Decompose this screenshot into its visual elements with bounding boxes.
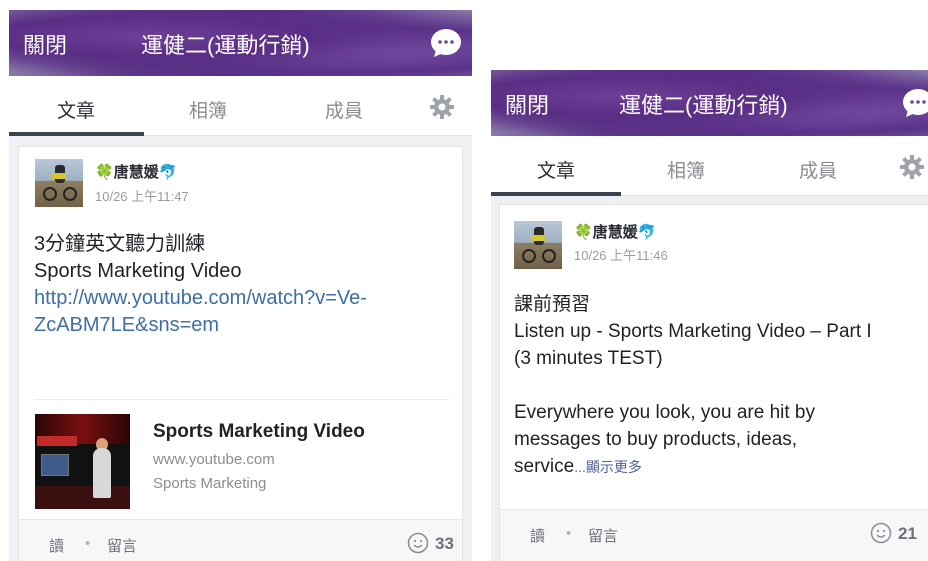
tab-albums[interactable]: 相簿 [667, 156, 705, 183]
gear-icon[interactable] [899, 154, 925, 180]
clover-icon: 🍀 [95, 164, 114, 181]
reaction-count: 21 [898, 524, 917, 543]
reaction-count: 33 [435, 534, 454, 553]
close-button[interactable]: 關閉 [23, 28, 67, 60]
comment-button[interactable]: 留言 [107, 535, 137, 556]
post-timestamp: 10/26 上午11:47 [95, 189, 189, 204]
smiley-icon[interactable] [870, 522, 892, 544]
ellipsis: ... [574, 459, 586, 475]
author-name[interactable]: 🍀唐慧媛🐬 [574, 221, 656, 242]
post-link[interactable]: http://www.youtube.com/watch?v=Ve- [34, 285, 454, 312]
post-body: 課前預習 Listen up - Sports Marketing Video … [514, 291, 928, 481]
post-footer: 讀 • 留言 21 [500, 509, 928, 561]
chat-bubble-icon[interactable] [902, 88, 928, 118]
link-preview-domain: www.youtube.com [153, 451, 275, 468]
dolphin-icon: 🐬 [158, 164, 178, 181]
post-text-line: 課前預習 [514, 294, 591, 315]
tab-bar: 文章 相簿 成員 [491, 136, 928, 196]
tab-bar: 文章 相簿 成員 [9, 76, 472, 136]
left-screenshot: 關閉 運健二(運動行銷) 文章 相簿 成員 🍀唐慧媛🐬 10/26 上午11:4… [9, 10, 472, 561]
separator: • [85, 535, 91, 552]
chat-bubble-icon[interactable] [430, 28, 462, 58]
video-thumbnail[interactable] [35, 414, 130, 509]
close-button[interactable]: 關閉 [505, 88, 549, 120]
read-button[interactable]: 讀 [530, 525, 545, 546]
separator: • [566, 525, 572, 542]
tab-albums[interactable]: 相簿 [189, 96, 227, 123]
header-bar: 關閉 運健二(運動行銷) [9, 10, 472, 76]
dolphin-icon: 🐬 [637, 224, 657, 241]
link-preview-title[interactable]: Sports Marketing Video [153, 421, 365, 443]
tab-posts[interactable]: 文章 [537, 156, 575, 183]
tab-posts[interactable]: 文章 [57, 96, 95, 123]
post-card[interactable]: 🍀唐慧媛🐬 10/26 上午11:47 3分鐘英文聽力訓練 Sports Mar… [18, 146, 463, 561]
post-card[interactable]: 🍀唐慧媛🐬 10/26 上午11:46 課前預習 Listen up - Spo… [499, 204, 928, 561]
author-name[interactable]: 🍀唐慧媛🐬 [95, 161, 177, 182]
read-button[interactable]: 讀 [49, 535, 64, 556]
active-tab-indicator [491, 192, 621, 196]
post-footer: 讀 • 留言 33 [19, 519, 462, 561]
tab-members[interactable]: 成員 [799, 156, 837, 183]
post-timestamp: 10/26 上午11:46 [574, 248, 668, 263]
show-more-link[interactable]: 顯示更多 [586, 459, 642, 475]
post-text-line: (3 minutes TEST) [514, 348, 663, 369]
gear-icon[interactable] [429, 94, 455, 120]
comment-button[interactable]: 留言 [588, 525, 618, 546]
post-text-line: 3分鐘英文聽力訓練 [34, 233, 206, 255]
header-bar: 關閉 運健二(運動行銷) [491, 70, 928, 136]
post-text-line: Listen up - Sports Marketing Video – Par… [514, 321, 872, 342]
divider [34, 399, 449, 400]
post-link[interactable]: ZcABM7LE&sns=em [34, 312, 454, 339]
group-title: 運健二(運動行銷) [619, 93, 788, 118]
post-text-line: Sports Marketing Video [34, 260, 242, 282]
smiley-icon[interactable] [407, 532, 429, 554]
post-body: 3分鐘英文聽力訓練 Sports Marketing Video http://… [34, 231, 454, 339]
right-screenshot: 關閉 運健二(運動行銷) 文章 相簿 成員 🍀唐慧媛🐬 10/26 上午11:4… [491, 70, 928, 561]
group-title: 運健二(運動行銷) [141, 33, 310, 58]
clover-icon: 🍀 [574, 224, 593, 241]
avatar[interactable] [514, 221, 562, 269]
link-preview-description: Sports Marketing [153, 475, 267, 492]
post-text-line: service...顯示更多 [514, 456, 642, 477]
post-text-line: Everywhere you look, you are hit by [514, 402, 815, 423]
active-tab-indicator [9, 132, 144, 136]
post-text-line: messages to buy products, ideas, [514, 429, 798, 450]
tab-members[interactable]: 成員 [325, 96, 363, 123]
avatar[interactable] [35, 159, 83, 207]
